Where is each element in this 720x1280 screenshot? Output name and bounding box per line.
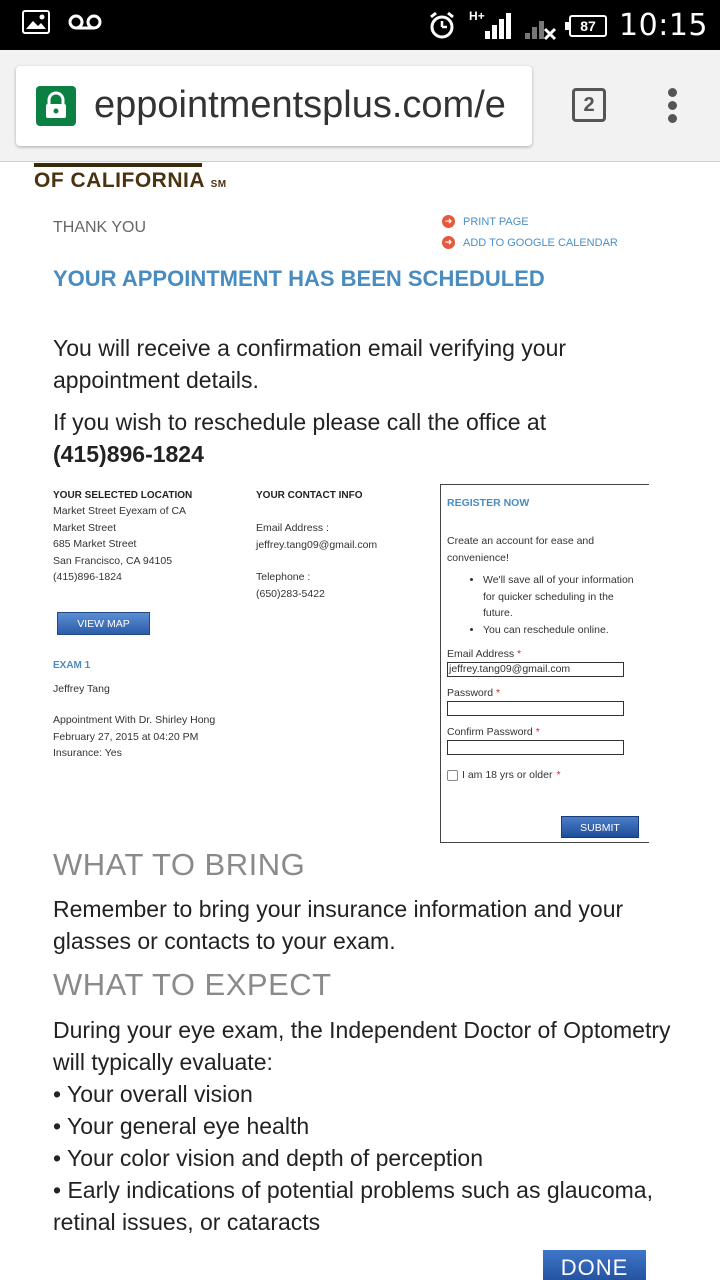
confirm-password-field[interactable] xyxy=(447,740,624,755)
tab-switcher-button[interactable]: 2 xyxy=(572,88,606,122)
password-label-text: Password xyxy=(447,687,494,699)
what-to-expect-heading: WHAT TO EXPECT xyxy=(53,967,332,1002)
list-item: • Your general eye health xyxy=(53,1113,310,1139)
email-field[interactable]: jeffrey.tang09@gmail.com xyxy=(447,662,624,677)
selected-location: YOUR SELECTED LOCATION Market Street Eye… xyxy=(53,490,243,586)
logo-text: OF CALIFORNIA xyxy=(34,169,205,192)
required-marker: * xyxy=(517,648,522,660)
list-item: • Your color vision and depth of percept… xyxy=(53,1145,484,1171)
list-item: We'll save all of your information for q… xyxy=(483,572,643,622)
contact-title: YOUR CONTACT INFO xyxy=(256,490,363,501)
email-label-text: Email Address xyxy=(447,648,515,660)
email-field-label: Email Address * xyxy=(447,648,643,660)
location-title: YOUR SELECTED LOCATION xyxy=(53,490,193,501)
web-page: OF CALIFORNIA SM THANK YOU ➜ PRINT PAGE … xyxy=(0,163,720,1280)
location-phone: (415)896-1824 xyxy=(53,571,122,583)
exam-datetime: February 27, 2015 at 04:20 PM xyxy=(53,730,199,743)
location-details: Market Street Eyexam of CA Market Street… xyxy=(53,503,243,586)
status-bar: H+ 87 10:15 xyxy=(0,0,720,50)
what-to-bring-text: Remember to bring your insurance informa… xyxy=(53,896,624,954)
age-label: I am 18 yrs or older xyxy=(462,769,553,781)
view-map-button[interactable]: VIEW MAP xyxy=(57,612,150,635)
confirmation-text: You will receive a confirmation email ve… xyxy=(53,335,567,393)
contact-email: jeffrey.tang09@gmail.com xyxy=(256,538,378,551)
reschedule-text: If you wish to reschedule please call th… xyxy=(53,406,673,470)
done-button[interactable]: DONE xyxy=(543,1250,646,1280)
what-to-expect-intro: During your eye exam, the Independent Do… xyxy=(53,1017,671,1075)
location-city: San Francisco, CA 94105 xyxy=(53,554,173,567)
cell-signal-icon: H+ xyxy=(469,9,512,41)
required-marker: * xyxy=(535,726,540,738)
telephone-label: Telephone : xyxy=(256,571,311,583)
confirm-password-label-text: Confirm Password xyxy=(447,726,533,738)
page-title: YOUR APPOINTMENT HAS BEEN SCHEDULED xyxy=(53,266,545,291)
logo-service-mark: SM xyxy=(210,179,227,190)
brand-logo[interactable]: OF CALIFORNIA SM xyxy=(34,169,227,193)
register-benefits: We'll save all of your information for q… xyxy=(447,572,643,638)
confirm-password-field-label: Confirm Password * xyxy=(447,726,643,738)
arrow-right-icon: ➜ xyxy=(442,236,455,249)
password-field[interactable] xyxy=(447,701,624,716)
page-actions: ➜ PRINT PAGE ➜ ADD TO GOOGLE CALENDAR xyxy=(442,215,618,257)
url-text[interactable]: eppointmentsplus.com/e xyxy=(94,84,506,127)
submit-button[interactable]: SUBMIT xyxy=(561,816,639,838)
voicemail-icon xyxy=(68,14,102,30)
patient-name: Jeffrey Tang xyxy=(53,683,110,695)
password-field-label: Password * xyxy=(447,687,643,699)
exam-details: Appointment With Dr. Shirley Hong Februa… xyxy=(53,712,215,762)
arrow-right-icon: ➜ xyxy=(442,215,455,228)
office-phone[interactable]: (415)896-1824 xyxy=(53,441,204,467)
list-item: You can reschedule online. xyxy=(483,622,643,639)
required-marker: * xyxy=(496,687,501,699)
required-marker: * xyxy=(556,769,561,781)
location-name: Market Street Eyexam of CA xyxy=(53,505,187,517)
location-sub: Market Street xyxy=(53,521,117,534)
overflow-menu-icon[interactable] xyxy=(668,88,680,124)
age-confirmation: I am 18 yrs or older * xyxy=(447,769,643,781)
print-page-link[interactable]: ➜ PRINT PAGE xyxy=(442,215,618,228)
what-to-bring-heading: WHAT TO BRING xyxy=(53,847,306,882)
contact-telephone: (650)283-5422 xyxy=(256,587,325,600)
contact-info: YOUR CONTACT INFO Email Address : jeffre… xyxy=(256,490,436,602)
thank-you-label: THANK YOU xyxy=(53,219,147,236)
list-item: • Your overall vision xyxy=(53,1081,253,1107)
add-to-calendar-link[interactable]: ➜ ADD TO GOOGLE CALENDAR xyxy=(442,236,618,249)
location-address: 685 Market Street xyxy=(53,538,137,550)
expect-list: • Your overall vision • Your general eye… xyxy=(53,1078,673,1238)
address-bar[interactable]: eppointmentsplus.com/e xyxy=(16,66,532,146)
exam-insurance: Insurance: Yes xyxy=(53,747,122,759)
battery-icon: 87 xyxy=(565,14,608,37)
register-panel: REGISTER NOW Create an account for ease … xyxy=(440,484,649,843)
add-to-calendar-label[interactable]: ADD TO GOOGLE CALENDAR xyxy=(463,237,618,249)
battery-level: 87 xyxy=(580,17,596,34)
register-intro: Create an account for ease and convenien… xyxy=(447,535,595,564)
no-signal-icon xyxy=(525,20,557,40)
exam-title: EXAM 1 xyxy=(53,660,91,671)
register-title: REGISTER NOW xyxy=(447,497,530,509)
logo-underline xyxy=(34,163,202,167)
print-page-label[interactable]: PRINT PAGE xyxy=(463,216,529,228)
clock: 10:15 xyxy=(619,8,708,43)
exam-doctor: Appointment With Dr. Shirley Hong xyxy=(53,714,216,726)
reschedule-instructions: If you wish to reschedule please call th… xyxy=(53,409,547,435)
image-notification-icon xyxy=(22,10,50,34)
lock-icon[interactable] xyxy=(36,86,76,126)
email-label: Email Address : xyxy=(256,522,329,534)
list-item: • Early indications of potential problem… xyxy=(53,1177,653,1235)
alarm-icon xyxy=(430,11,454,38)
age-checkbox[interactable] xyxy=(447,769,458,781)
browser-toolbar: eppointmentsplus.com/e 2 xyxy=(0,50,720,162)
